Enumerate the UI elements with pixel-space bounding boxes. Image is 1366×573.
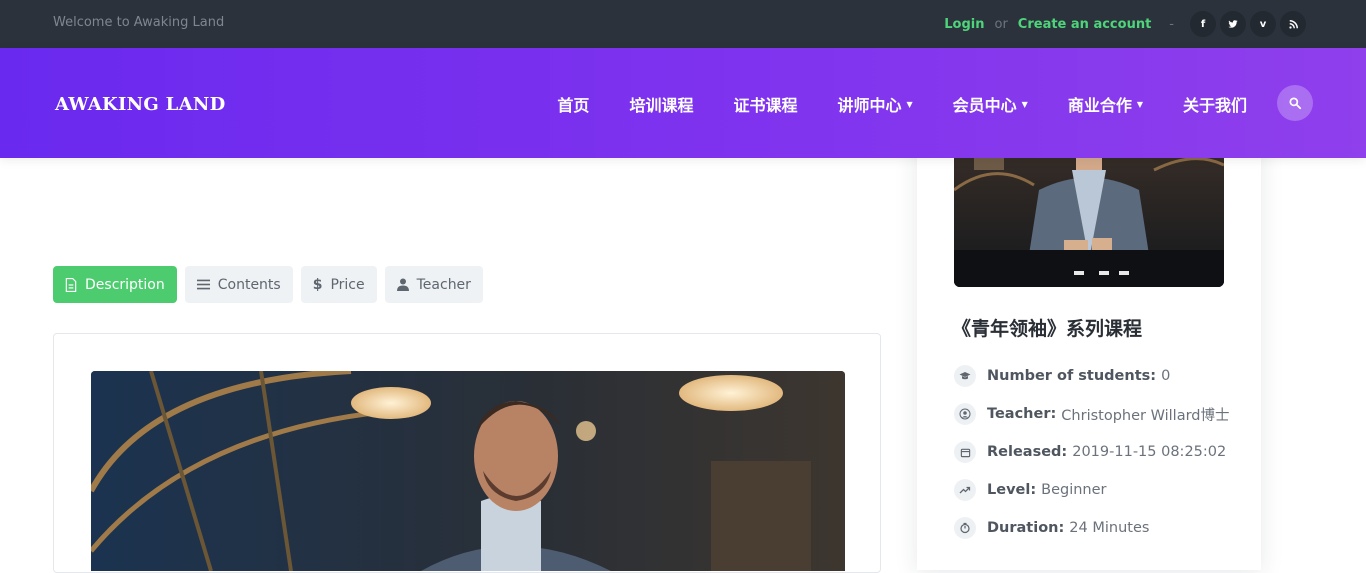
menu-label: 关于我们	[1182, 96, 1247, 115]
teacher-value: Christopher Willard博士	[1061, 407, 1230, 424]
course-title: 《青年领袖》系列课程	[952, 318, 1143, 340]
menu-label: 培训课程	[629, 96, 694, 115]
menu-item-home[interactable]: 首页	[557, 92, 589, 116]
level-label: Level:	[987, 482, 1037, 498]
menu-item-about[interactable]: 关于我们	[1183, 92, 1247, 116]
dollar-icon: $	[312, 276, 323, 293]
trending-up-icon	[954, 479, 976, 501]
course-sidebar: 《青年领袖》系列课程 Number of students: 0 Teacher…	[917, 130, 1261, 570]
chevron-down-icon: ▼	[906, 99, 913, 109]
menu-label: 讲师中心	[837, 96, 902, 115]
menu-item-instructors[interactable]: 讲师中心 ▼	[837, 92, 912, 116]
tab-price[interactable]: $ Price	[300, 266, 377, 303]
menu-item-business[interactable]: 商业合作 ▼	[1068, 92, 1143, 116]
duration-value: 24 Minutes	[1069, 520, 1150, 536]
released-label: Released:	[987, 444, 1068, 460]
menu-item-members[interactable]: 会员中心 ▼	[953, 92, 1028, 116]
meta-students: Number of students: 0	[954, 365, 1170, 387]
meta-teacher: Teacher: Christopher Willard博士	[954, 403, 1230, 425]
account-links: Login or Create an account - f v	[944, 11, 1306, 37]
description-panel	[53, 333, 881, 573]
user-circle-icon	[954, 403, 976, 425]
graduation-cap-icon	[954, 365, 976, 387]
welcome-text: Welcome to Awaking Land	[53, 15, 225, 30]
vimeo-icon[interactable]: v	[1250, 11, 1276, 37]
released-value: 2019-11-15 08:25:02	[1072, 444, 1227, 460]
tab-teacher[interactable]: Teacher	[384, 266, 483, 303]
menu-label: 会员中心	[952, 96, 1017, 115]
or-text: or	[994, 16, 1008, 32]
facebook-icon[interactable]: f	[1190, 11, 1216, 37]
search-button[interactable]	[1277, 85, 1313, 121]
top-bar: Welcome to Awaking Land Login or Create …	[0, 0, 1366, 48]
tab-label: Teacher	[416, 276, 471, 293]
meta-duration: Duration: 24 Minutes	[954, 517, 1149, 539]
tab-label: Price	[330, 276, 365, 293]
menu-label: 商业合作	[1067, 96, 1132, 115]
course-hero-image	[91, 371, 845, 571]
site-logo[interactable]: AWAKING LAND	[55, 94, 226, 115]
user-icon	[396, 278, 409, 291]
separator: -	[1169, 16, 1174, 32]
menu-label: 首页	[557, 96, 590, 115]
twitter-icon[interactable]	[1220, 11, 1246, 37]
tab-description[interactable]: Description	[53, 266, 177, 303]
teacher-label: Teacher:	[987, 406, 1057, 422]
tab-label: Description	[85, 276, 165, 293]
tab-contents[interactable]: Contents	[184, 266, 293, 303]
meta-released: Released: 2019-11-15 08:25:02	[954, 441, 1226, 463]
students-value: 0	[1161, 368, 1171, 384]
chevron-down-icon: ▼	[1136, 99, 1143, 109]
search-icon	[1289, 97, 1302, 110]
chevron-down-icon: ▼	[1021, 99, 1028, 109]
timer-icon	[954, 517, 976, 539]
main-navbar: AWAKING LAND 首页 培训课程 证书课程 讲师中心 ▼ 会员中心 ▼ 商业…	[0, 48, 1366, 158]
create-account-link[interactable]: Create an account	[1018, 17, 1152, 32]
document-icon	[65, 277, 77, 292]
list-icon	[196, 279, 210, 290]
calendar-icon	[954, 441, 976, 463]
students-label: Number of students:	[987, 368, 1157, 384]
duration-label: Duration:	[987, 520, 1065, 536]
rss-icon[interactable]	[1280, 11, 1306, 37]
menu-item-training[interactable]: 培训课程	[629, 92, 693, 116]
meta-level: Level: Beginner	[954, 479, 1107, 501]
login-link[interactable]: Login	[944, 17, 984, 32]
menu-label: 证书课程	[733, 96, 798, 115]
course-tabs: Description Contents $ Price Teacher	[53, 266, 491, 303]
main-menu: 首页 培训课程 证书课程 讲师中心 ▼ 会员中心 ▼ 商业合作 ▼ 关于我们	[517, 92, 1247, 116]
tab-label: Contents	[217, 276, 281, 293]
level-value: Beginner	[1041, 482, 1107, 498]
menu-item-certificate[interactable]: 证书课程	[733, 92, 797, 116]
